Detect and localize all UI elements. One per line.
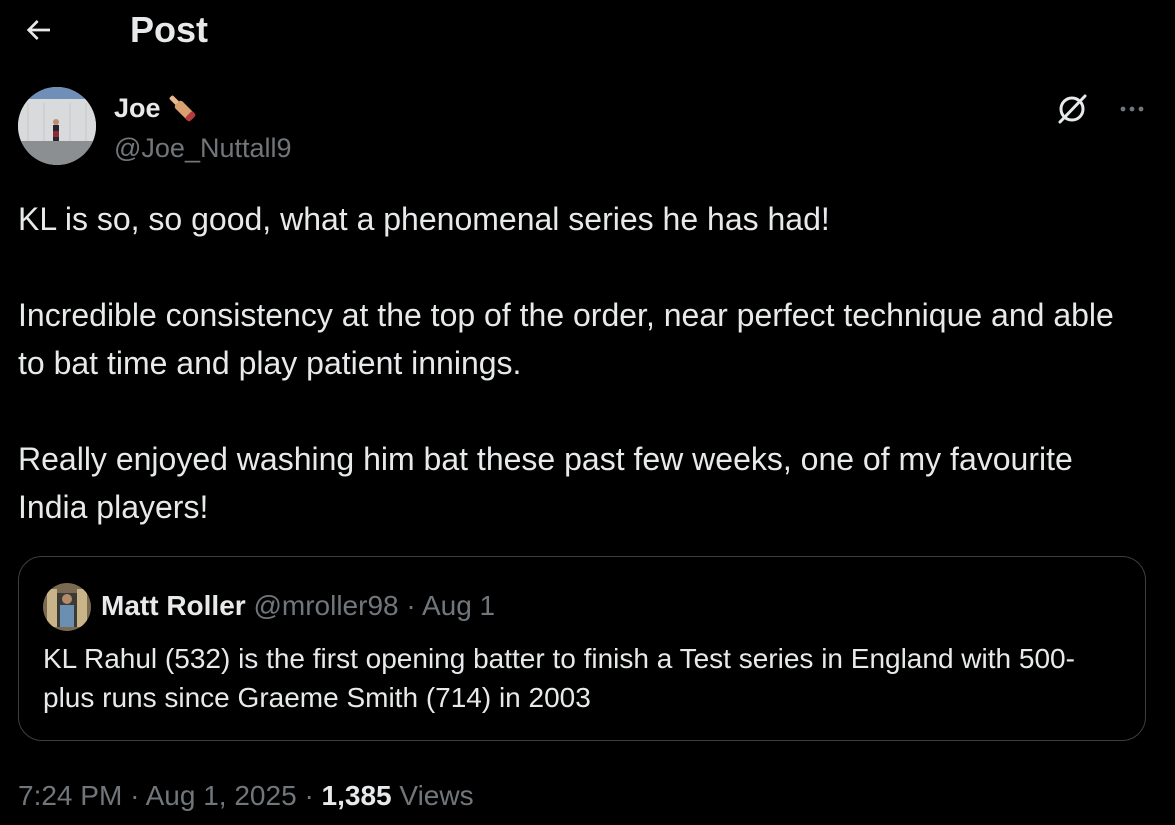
quoted-avatar-photo: [43, 583, 91, 631]
post-time[interactable]: 7:24 PM: [18, 780, 122, 811]
views-label: Views: [399, 780, 474, 811]
avatar-photo: [18, 87, 96, 165]
page-header: Post: [0, 0, 1175, 62]
author-name-text: Joe: [114, 93, 161, 123]
grok-icon: [1058, 94, 1087, 124]
meta-separator: ·: [130, 780, 140, 811]
post-paragraph: Incredible consistency at the top of the…: [18, 297, 1114, 381]
arrow-left-icon: [26, 20, 50, 40]
post-meta: 7:24 PM · Aug 1, 2025 · 1,385 Views: [18, 776, 474, 816]
quoted-post-text: KL Rahul (532) is the first opening batt…: [43, 643, 1075, 713]
meta-separator: ·: [304, 780, 314, 811]
more-options-button[interactable]: [1112, 89, 1152, 129]
quoted-author-name: Matt Roller: [101, 590, 246, 621]
author-handle[interactable]: @Joe_Nuttall9: [114, 131, 292, 165]
post-text: KL is so, so good, what a phenomenal ser…: [18, 195, 1138, 531]
post-author-row: Joe @Joe_Nuttall9: [18, 87, 1158, 169]
quoted-author-avatar: [43, 583, 91, 631]
quoted-post-date: Aug 1: [421, 590, 496, 621]
page-title: Post: [130, 9, 209, 50]
post-date[interactable]: Aug 1, 2025: [146, 780, 297, 811]
author-name[interactable]: Joe: [114, 91, 199, 125]
quoted-post-header: Matt Roller @mroller98 · Aug 1: [101, 587, 495, 625]
grok-button[interactable]: [1052, 89, 1092, 129]
back-button[interactable]: [16, 8, 60, 52]
quoted-author-handle: @mroller98: [253, 590, 399, 621]
quoted-post[interactable]: Matt Roller @mroller98 · Aug 1 KL Rahul …: [18, 556, 1146, 741]
views-count: 1,385: [321, 780, 392, 811]
author-avatar[interactable]: [18, 87, 96, 165]
more-horizontal-icon: [1120, 106, 1144, 112]
cricket-bat-icon: [169, 95, 195, 122]
post-paragraph: Really enjoyed washing him bat these pas…: [18, 441, 1073, 525]
post-paragraph: KL is so, so good, what a phenomenal ser…: [18, 201, 830, 237]
quoted-separator: ·: [406, 590, 416, 621]
